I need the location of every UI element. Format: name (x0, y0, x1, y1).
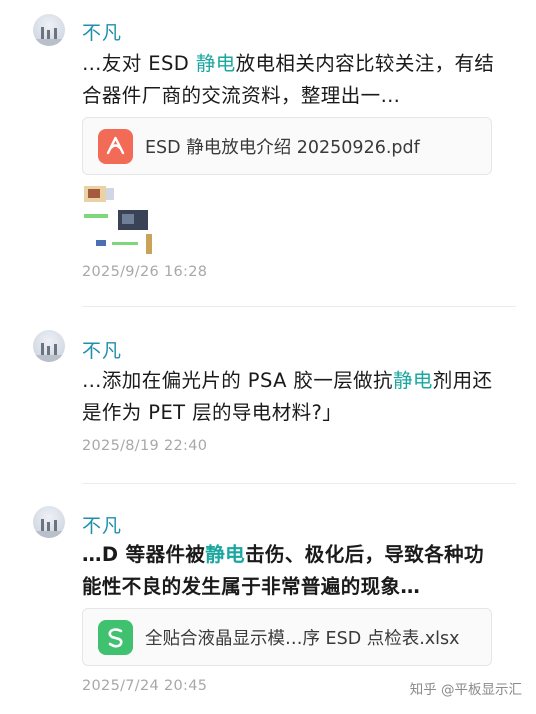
file-attachment[interactable]: 全贴合液晶显示模…序 ESD 点检表.xlsx (82, 608, 492, 666)
file-name: ESD 静电放电介绍 20250926.pdf (145, 138, 420, 158)
spreadsheet-file-icon (98, 620, 133, 655)
file-name: 全贴合液晶显示模…序 ESD 点检表.xlsx (145, 629, 460, 649)
avatar[interactable] (33, 14, 65, 46)
sender-name[interactable]: 不凡 (82, 18, 122, 45)
message-text[interactable]: …友对 ESD 静电放电相关内容比较关注，有结合器件厂商的交流资料，整理出一… (82, 48, 502, 112)
file-attachment[interactable]: ESD 静电放电介绍 20250926.pdf (82, 117, 492, 175)
timestamp: 2025/7/24 20:45 (82, 678, 208, 694)
timestamp: 2025/8/19 22:40 (82, 438, 208, 454)
message-text[interactable]: …D 等器件被静电击伤、极化后，导致各种功能性不良的发生属于非常普遍的现象… (82, 539, 502, 603)
watermark: 知乎 @平板显示汇 (409, 682, 522, 698)
timestamp: 2025/9/26 16:28 (82, 264, 208, 280)
highlight-keyword: 静电 (392, 369, 433, 392)
divider (82, 306, 516, 307)
highlight-keyword: 静电 (205, 543, 246, 566)
avatar[interactable] (33, 506, 65, 538)
sender-name[interactable]: 不凡 (82, 511, 122, 538)
divider (82, 483, 516, 484)
image-thumbnails[interactable] (82, 184, 162, 254)
sender-name[interactable]: 不凡 (82, 336, 122, 363)
highlight-keyword: 静电 (195, 52, 236, 75)
avatar[interactable] (33, 330, 65, 362)
pdf-file-icon (98, 129, 133, 164)
thumbnail-collage (84, 186, 152, 254)
message-text[interactable]: …添加在偏光片的 PSA 胶一层做抗静电剂用还是作为 PET 层的导电材料?」 (82, 365, 502, 429)
